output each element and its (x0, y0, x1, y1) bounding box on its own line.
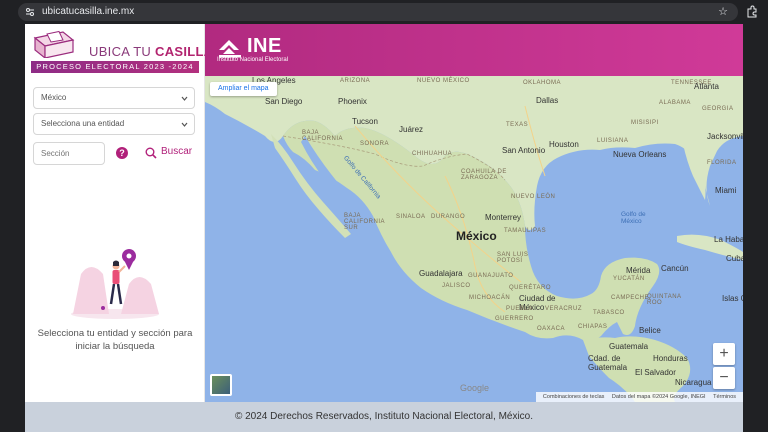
location-person-illustration (71, 249, 159, 319)
map-label: MISISIPI (631, 120, 659, 126)
map-label: San Antonio (502, 146, 546, 155)
ine-header: INE Instituto Nacional Electoral (205, 24, 743, 76)
map-label: ALABAMA (659, 100, 691, 106)
map-label: Atlanta (694, 82, 719, 91)
extensions-icon[interactable] (745, 5, 759, 19)
zoom-out-button[interactable]: − (713, 367, 735, 389)
map-label: OKLAHOMA (523, 80, 562, 86)
brand-logo: UBICA TU CASILLA PROCESO ELECTORAL 2023 … (31, 30, 213, 73)
map-label: Belice (639, 326, 661, 335)
map-label: OAXACA (537, 326, 566, 332)
map-label: PUEBLA (506, 306, 533, 312)
map-label: TAMAULIPAS (504, 228, 547, 234)
keyboard-shortcuts-link[interactable]: Combinaciones de teclas (543, 394, 604, 400)
brand-title: UBICA TU CASILLA (89, 44, 213, 59)
map-label: NUEVO MÉXICO (417, 78, 470, 84)
map-layer-toggle[interactable] (210, 374, 232, 396)
search-button-label: Buscar (161, 146, 193, 157)
map-label: DURANGO (431, 214, 466, 220)
country-select-value: México (41, 93, 67, 102)
map-label: TEXAS (506, 122, 529, 128)
map-label: VERACRUZ (545, 306, 583, 312)
entity-select[interactable]: Selecciona una entidad (33, 113, 195, 135)
map-label: Islas Caimán (722, 294, 743, 303)
map-label: Dallas (536, 96, 559, 105)
map-label: SAN LUIS POTOSÍ (497, 252, 529, 264)
map-label: Houston (549, 140, 579, 149)
brand-title-prefix: UBICA TU (89, 44, 152, 59)
map-label: JALISCO (442, 283, 471, 289)
map-label: FLORIDA (707, 160, 737, 166)
ballot-box-icon (33, 30, 75, 58)
map-label: COAHUILA DE ZARAGOZA (461, 169, 507, 181)
search-hint: Selecciona tu entidad y sección para ini… (37, 328, 193, 352)
ine-logo-subtitle: Instituto Nacional Electoral (217, 57, 289, 63)
map-label: SINALOA (396, 214, 426, 220)
map-label: Guadalajara (419, 269, 463, 278)
map-label: México (456, 229, 497, 243)
chevron-down-icon (181, 96, 188, 101)
zoom-in-button[interactable]: + (713, 343, 735, 365)
map-label: Mérida (626, 266, 651, 275)
map-label: NUEVO LEÓN (511, 194, 556, 200)
brand-subtitle: PROCESO ELECTORAL 2023 -2024 (31, 61, 199, 73)
footer: © 2024 Derechos Reservados, Instituto Na… (25, 402, 743, 432)
map-label: Cuba (726, 254, 743, 263)
page: UBICA TU CASILLA PROCESO ELECTORAL 2023 … (25, 24, 743, 432)
map-label: Honduras (653, 354, 688, 363)
map-label: QUINTANA ROO (647, 294, 682, 306)
map-label: CHIAPAS (578, 324, 608, 330)
browser-toolbar: ubicatucasilla.ine.mx ☆ (0, 0, 768, 24)
map-label: TABASCO (593, 310, 625, 316)
country-select[interactable]: México (33, 87, 195, 109)
map-label: Juárez (399, 125, 424, 134)
map-label: ARIZONA (340, 78, 371, 84)
map-label: Jacksonville (707, 132, 743, 141)
chevron-down-icon (181, 122, 188, 127)
map-label: Guatemala (609, 342, 649, 351)
map-label: SONORA (360, 141, 390, 147)
address-bar[interactable]: ubicatucasilla.ine.mx ☆ (18, 3, 738, 21)
map-label: CAMPECHE (611, 295, 650, 301)
entity-select-value: Selecciona una entidad (41, 119, 125, 128)
bookmark-star-icon[interactable]: ☆ (718, 5, 728, 18)
expand-map-button[interactable]: Ampliar el mapa (210, 82, 277, 96)
map-label: Golfo de México (621, 211, 646, 225)
map-label: Cdad. de Guatemala (588, 354, 628, 372)
map-attribution: Combinaciones de teclas Datos del mapa ©… (535, 392, 743, 402)
section-input[interactable] (33, 142, 105, 165)
map-data-credit: Datos del mapa ©2024 Google, INEGI (611, 394, 706, 400)
map-label: Nueva Orleans (613, 150, 667, 159)
map-label: CHIHUAHUA (412, 151, 453, 157)
map-label: San Diego (265, 97, 303, 106)
map-label: BAJA CALIFORNIA (302, 130, 344, 142)
map-label: Monterrey (485, 213, 522, 222)
map-label: LUISIANA (597, 138, 629, 144)
site-info-icon[interactable] (25, 7, 35, 17)
ine-logo-text: INE (247, 35, 282, 57)
map-label: Phoenix (338, 97, 367, 106)
map-label: GUERRERO (495, 316, 534, 322)
terms-link[interactable]: Términos (713, 394, 736, 400)
map-label: MICHOACÁN (469, 295, 511, 301)
map-label: BAJA CALIFORNIA SUR (344, 213, 385, 231)
map-label: GUANAJUATO (468, 273, 514, 279)
map-label: Miami (715, 186, 737, 195)
map-label: El Salvador (635, 368, 676, 377)
help-icon[interactable]: ? (116, 147, 128, 159)
map-label: Tucson (352, 117, 378, 126)
map-label: Nicaragua (675, 378, 712, 387)
map-label: QUERÉTARO (509, 285, 552, 291)
map[interactable]: Los Angeles ARIZONA NUEVO MÉXICO OKLAHOM… (205, 76, 743, 402)
map-label: GEORGIA (702, 106, 734, 112)
map-label: YUCATÁN (613, 276, 645, 282)
map-label: Cancún (661, 264, 689, 273)
google-logo: Google (460, 383, 490, 393)
map-label: La Habana (714, 235, 743, 244)
url-text: ubicatucasilla.ine.mx (42, 6, 135, 17)
search-panel: UBICA TU CASILLA PROCESO ELECTORAL 2023 … (25, 24, 213, 402)
search-icon (145, 147, 157, 159)
